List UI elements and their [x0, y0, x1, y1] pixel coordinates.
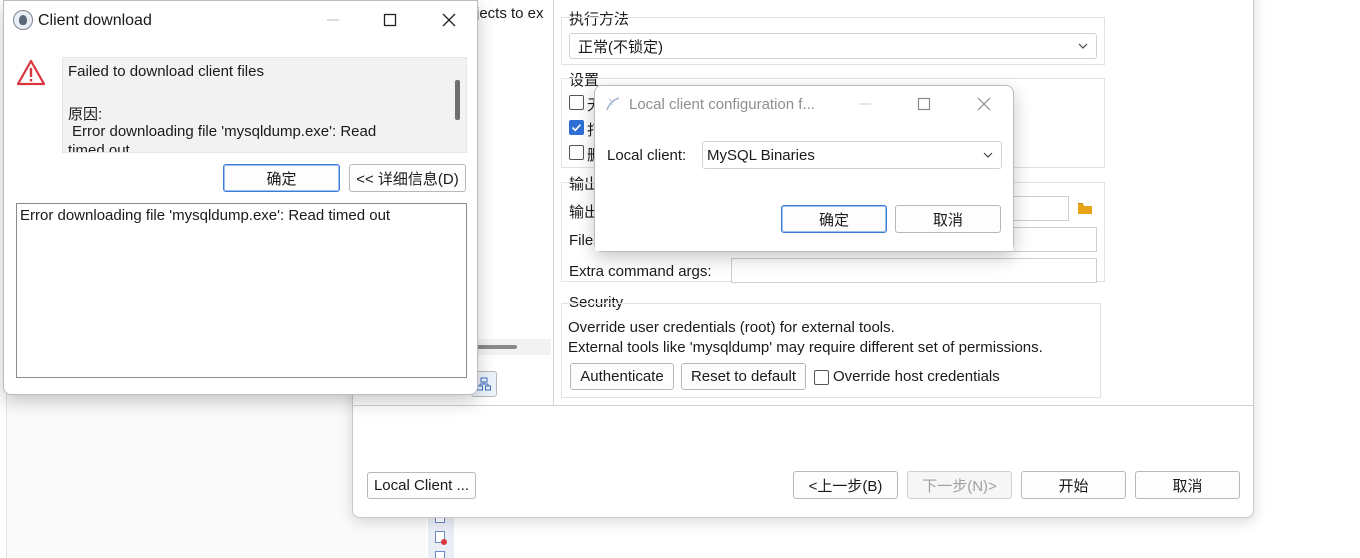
local-client-config-dialog: Local client configuration f... Local cl…	[594, 85, 1014, 252]
settings-checkbox-3[interactable]	[569, 145, 584, 160]
folder-icon[interactable]	[1077, 201, 1093, 215]
sitemap-icon	[477, 377, 491, 391]
config-body: Local client: MySQL Binaries 确定 取消	[595, 124, 1013, 251]
file-error-icon	[435, 531, 447, 545]
file-icon	[435, 551, 445, 558]
chevron-down-icon	[1078, 43, 1088, 49]
title-bar: Client download	[4, 1, 477, 39]
settings-checkbox-2[interactable]	[569, 120, 584, 135]
message-title: Failed to download client files	[68, 63, 264, 80]
warning-icon	[16, 59, 46, 86]
minimize-icon[interactable]	[325, 12, 341, 28]
exec-method-value: 正常(不锁定)	[578, 38, 663, 56]
authenticate-button[interactable]: Authenticate	[570, 363, 674, 390]
local-client-button[interactable]: Local Client ...	[367, 472, 476, 499]
chevron-down-icon	[983, 152, 993, 158]
pane-splitter[interactable]	[553, 0, 554, 405]
reason-text-continued: timed out	[68, 142, 130, 153]
check-icon	[571, 124, 582, 132]
override-host-checkbox[interactable]	[814, 370, 829, 385]
details-button[interactable]: << 详细信息(D)	[349, 164, 466, 192]
close-icon[interactable]	[441, 12, 457, 28]
reason-text: Error downloading file 'mysqldump.exe': …	[72, 123, 377, 140]
config-cancel-button[interactable]: 取消	[895, 205, 1001, 233]
message-scrollbar[interactable]	[455, 80, 460, 120]
config-ok-button[interactable]: 确定	[781, 205, 887, 233]
reset-to-default-button[interactable]: Reset to default	[681, 363, 806, 390]
start-button[interactable]: 开始	[1021, 471, 1126, 499]
maximize-icon[interactable]	[916, 96, 932, 112]
scrollbar-thumb[interactable]	[477, 345, 517, 349]
details-textarea[interactable]: Error downloading file 'mysqldump.exe': …	[16, 203, 467, 378]
export-wizard-window: jects to ex 执行方法 正常(不锁定) 设置 无 打 删 输出 输出 …	[352, 0, 1254, 518]
message-box: Failed to download client files 原因: Erro…	[62, 57, 467, 153]
top-left-text: jects to ex	[476, 5, 544, 22]
client-download-dialog: Client download Failed to download clien…	[3, 0, 478, 395]
app-icon	[13, 10, 33, 30]
reason-label: 原因:	[68, 106, 103, 123]
close-icon[interactable]	[976, 96, 992, 112]
details-text: Error downloading file 'mysqldump.exe': …	[20, 207, 391, 224]
exec-method-select[interactable]: 正常(不锁定)	[569, 33, 1097, 59]
security-line-1: Override user credentials (root) for ext…	[568, 319, 895, 336]
prev-button[interactable]: <上一步(B)	[793, 471, 898, 499]
cancel-button[interactable]: 取消	[1135, 471, 1240, 499]
override-host-label: Override host credentials	[833, 368, 1000, 385]
footer-divider	[353, 405, 1253, 406]
security-line-2: External tools like 'mysqldump' may requ…	[568, 339, 1043, 356]
extra-args-input[interactable]	[731, 258, 1097, 283]
settings-checkbox-1[interactable]	[569, 95, 584, 110]
minimize-icon[interactable]	[857, 96, 873, 112]
dialog-title: Client download	[38, 12, 152, 29]
local-client-select[interactable]: MySQL Binaries	[702, 141, 1002, 169]
download-ok-button[interactable]: 确定	[223, 164, 340, 192]
local-client-value: MySQL Binaries	[707, 146, 815, 164]
next-button[interactable]: 下一步(N)>	[907, 471, 1012, 499]
config-dialog-title: Local client configuration f...	[629, 96, 815, 113]
file-label: File	[569, 232, 594, 249]
extra-args-label: Extra command args:	[569, 263, 712, 280]
app-logo-icon	[606, 97, 620, 111]
maximize-icon[interactable]	[382, 12, 398, 28]
local-client-label: Local client:	[607, 147, 687, 164]
